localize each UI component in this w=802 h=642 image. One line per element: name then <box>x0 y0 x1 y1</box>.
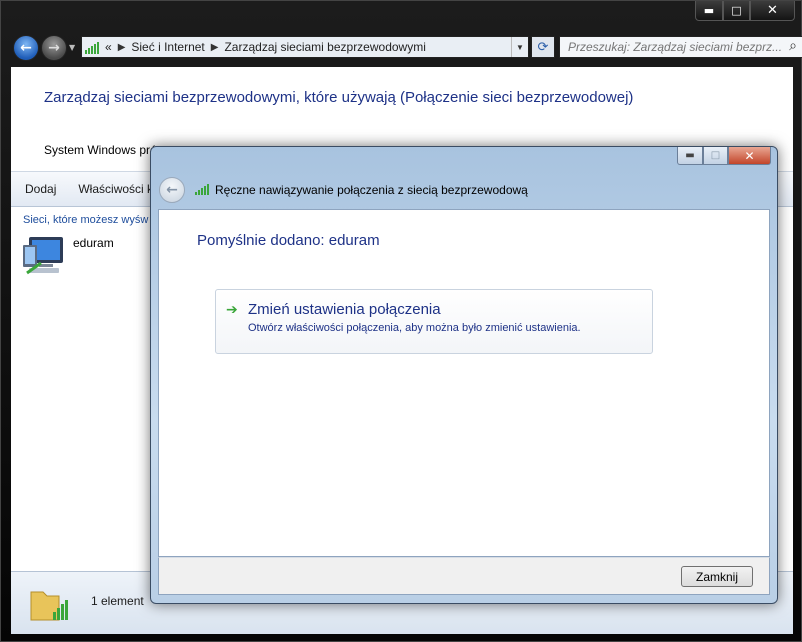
page-title: Zarządzaj sieciami bezprzewodowymi, któr… <box>44 89 634 106</box>
search-box[interactable]: ⌕ <box>559 36 802 58</box>
dialog-back-button: ← <box>159 177 185 203</box>
window-caption-buttons: ▬ □ ✕ <box>695 1 795 21</box>
close-window-button[interactable]: ✕ <box>750 1 795 21</box>
wireless-signal-icon <box>195 183 211 195</box>
item-count: 1 element <box>91 594 144 608</box>
maximize-button[interactable]: □ <box>723 1 750 21</box>
minimize-button[interactable]: ▬ <box>695 1 723 21</box>
network-list-item[interactable] <box>19 233 67 277</box>
wireless-network-computer-icon <box>23 237 63 275</box>
navigation-bar: ← → ▼ « ▶ Sieć i Internet ▶ Zarządzaj si… <box>11 33 802 63</box>
close-dialog-button[interactable]: Zamknij <box>681 566 753 587</box>
address-dropdown-icon[interactable]: ▼ <box>511 37 528 57</box>
dialog-body: Pomyślnie dodano: eduram ➔ Zmień ustawie… <box>158 209 770 557</box>
adapter-properties-button[interactable]: Właściwości ka <box>78 182 159 196</box>
dialog-caption-buttons: ▬ □ ✕ <box>677 147 771 165</box>
breadcrumb-network-internet[interactable]: Sieć i Internet <box>131 40 204 54</box>
address-overflow[interactable]: « <box>105 40 112 54</box>
address-bar[interactable]: « ▶ Sieć i Internet ▶ Zarządzaj sieciami… <box>81 36 529 58</box>
command-link-title: Zmień ustawienia połączenia <box>248 301 441 318</box>
network-name: eduram <box>73 236 114 250</box>
dialog-heading: Pomyślnie dodano: eduram <box>197 232 380 249</box>
breadcrumb-manage-wireless[interactable]: Zarządzaj sieciami bezprzewodowymi <box>224 40 425 54</box>
refresh-button[interactable]: ⟳ <box>531 36 555 58</box>
back-arrow-icon: ← <box>166 182 178 198</box>
search-input[interactable] <box>568 38 782 56</box>
green-arrow-icon: ➔ <box>226 302 238 318</box>
chevron-right-icon[interactable]: ▶ <box>118 42 126 53</box>
forward-button[interactable]: → <box>41 35 67 61</box>
add-button[interactable]: Dodaj <box>25 182 56 196</box>
back-button[interactable]: ← <box>13 35 39 61</box>
chevron-right-icon[interactable]: ▶ <box>211 42 219 53</box>
refresh-icon: ⟳ <box>537 39 549 55</box>
dialog-minimize-button[interactable]: ▬ <box>677 147 703 165</box>
change-connection-settings-link[interactable]: ➔ Zmień ustawienia połączenia Otwórz wła… <box>215 289 653 354</box>
dialog-title: Ręczne nawiązywanie połączenia z siecią … <box>215 183 528 197</box>
search-icon[interactable]: ⌕ <box>789 38 797 54</box>
forward-arrow-icon: → <box>48 40 60 56</box>
networks-label: Sieci, które możesz wyśw <box>23 214 149 226</box>
connection-dialog: ▬ □ ✕ ← Ręczne nawiązywanie połączenia z… <box>150 146 778 604</box>
page-description: System Windows pró <box>44 143 157 157</box>
wireless-signal-icon <box>85 40 101 54</box>
recent-pages-dropdown[interactable]: ▼ <box>69 43 75 52</box>
command-link-description: Otwórz właściwości połączenia, aby można… <box>248 322 581 334</box>
folder-signal-icon <box>30 591 68 621</box>
dialog-footer: Zamknij <box>158 557 770 595</box>
back-arrow-icon: ← <box>20 40 32 56</box>
dialog-maximize-button: □ <box>703 147 728 165</box>
dialog-close-button[interactable]: ✕ <box>728 147 771 165</box>
